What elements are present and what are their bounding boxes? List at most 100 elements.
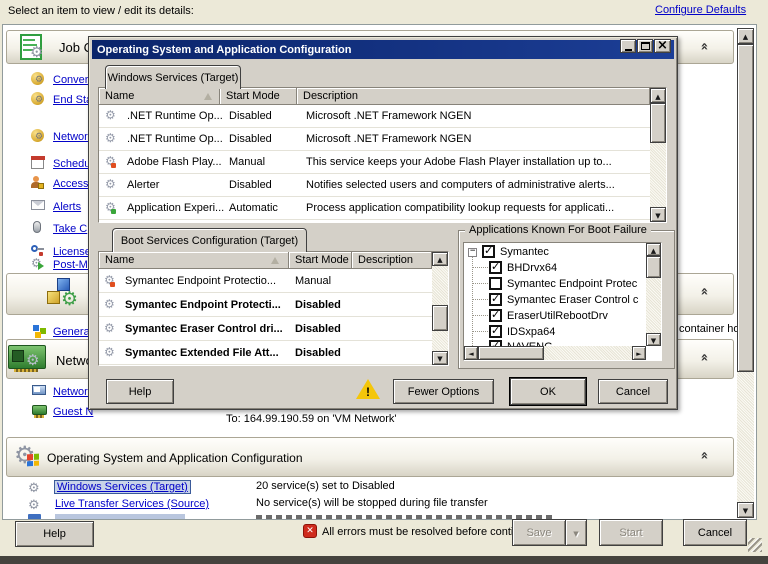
table-row[interactable]: Symantec Extended File Att... Disabled [99, 341, 432, 365]
checkbox-eraser-control[interactable] [489, 293, 502, 306]
dialog-cancel-button[interactable]: Cancel [598, 379, 668, 404]
scroll-up-button[interactable] [737, 28, 754, 44]
live-transfer-icon [28, 498, 42, 512]
table-row[interactable]: .NET Runtime Op... Disabled Microsoft .N… [99, 105, 650, 128]
red-accent-dot [111, 163, 116, 168]
sidebar-item-post-migration[interactable]: Post-Mi [53, 259, 90, 271]
dialog-help-button[interactable]: Help [106, 379, 174, 404]
checkbox-bhdrvx64[interactable] [489, 261, 502, 274]
bottom-edge-strip [0, 556, 768, 564]
scroll-left-button[interactable] [464, 346, 478, 360]
error-message: All errors must be resolved before conti… [322, 526, 540, 538]
column-header-name[interactable]: Name [99, 252, 289, 269]
tree-item-label[interactable]: Symantec [500, 246, 549, 258]
tab-windows-services[interactable]: Windows Services (Target) [105, 65, 241, 89]
dialog-title: Operating System and Application Configu… [97, 44, 351, 56]
service-gear-icon [104, 322, 115, 334]
configure-defaults-link[interactable]: Configure Defaults [655, 4, 746, 16]
minimize-button[interactable] [620, 39, 636, 53]
sidebar-item-end-state[interactable]: End Sta [53, 94, 92, 106]
scroll-up-button[interactable] [650, 88, 666, 103]
scroll-right-icon [636, 347, 641, 359]
scroll-right-button[interactable] [632, 346, 646, 360]
guest-nic-icon [32, 405, 48, 417]
dialog-titlebar[interactable]: Operating System and Application Configu… [92, 40, 674, 59]
table-row[interactable]: Symantec Endpoint Protecti... Disabled [99, 293, 432, 317]
minimize-icon [625, 49, 632, 51]
save-button[interactable]: Save [512, 519, 566, 546]
tree-item-label[interactable]: Symantec Eraser Control c [507, 294, 638, 306]
table-row[interactable]: Symantec Eraser Control dri... Disabled [99, 317, 432, 341]
tree-item-label[interactable]: EraserUtilRebootDrv [507, 310, 608, 322]
services-table: Name Start Mode Description .NET Runtime… [98, 87, 667, 223]
table-row[interactable]: Alerter Disabled Notifies selected users… [99, 174, 650, 197]
table-row[interactable]: Application Experi... Automatic Process … [99, 197, 650, 220]
collapse-vmware-panel-button[interactable] [693, 282, 715, 300]
column-header-name[interactable]: Name [99, 88, 220, 105]
tree-item-label[interactable]: BHDrvx64 [507, 262, 557, 274]
sort-ascending-icon [204, 93, 212, 100]
ok-button[interactable]: OK [510, 378, 586, 405]
table-row[interactable]: .NET Runtime Op... Disabled Microsoft .N… [99, 128, 650, 151]
collapse-os-panel-button[interactable] [693, 446, 715, 464]
close-button[interactable] [654, 39, 671, 53]
checkbox-symantec[interactable] [482, 245, 495, 258]
scrollbar-thumb[interactable] [646, 256, 661, 278]
checkbox-idsxpa64[interactable] [489, 325, 502, 338]
resize-grip[interactable] [748, 538, 762, 552]
windows-services-icon [28, 481, 42, 495]
sidebar-item-access[interactable]: Access [53, 178, 88, 190]
save-dropdown-button[interactable] [565, 519, 587, 546]
tab-boot-services[interactable]: Boot Services Configuration (Target) [112, 228, 307, 252]
windows-services-link[interactable]: Windows Services (Target) [55, 481, 190, 493]
maximize-icon [641, 42, 650, 50]
close-icon [657, 40, 668, 52]
start-button[interactable]: Start [599, 519, 663, 546]
tree-item-label[interactable]: IDSxpa64 [507, 326, 555, 338]
collapse-network-panel-button[interactable] [693, 348, 715, 366]
scroll-up-icon [743, 30, 748, 42]
scrollbar-thumb[interactable] [737, 44, 754, 372]
boot-failure-tree: Symantec BHDrvx64 Symantec Endpoint Prot… [463, 242, 662, 361]
column-header-description[interactable]: Description [352, 252, 432, 269]
sidebar-item-take-control[interactable]: Take C [53, 223, 87, 235]
scrollbar-thumb[interactable] [432, 305, 448, 331]
tree-connector [472, 267, 488, 268]
maximize-button[interactable] [637, 39, 653, 53]
scroll-down-button[interactable] [646, 333, 661, 346]
cancel-button[interactable]: Cancel [683, 519, 747, 546]
clipped-row-link[interactable] [55, 514, 185, 520]
scroll-down-button[interactable] [432, 351, 448, 365]
service-gear-icon [105, 132, 116, 144]
take-control-icon [31, 221, 45, 235]
fewer-options-button[interactable]: Fewer Options [393, 379, 494, 404]
tree-item-label[interactable]: Symantec Endpoint Protec [507, 278, 637, 290]
help-button[interactable]: Help [15, 521, 94, 547]
table-row[interactable]: Symantec Endpoint Protectio... Manual [99, 269, 432, 293]
scroll-up-button[interactable] [646, 243, 661, 256]
sidebar-item-general[interactable]: General [53, 326, 92, 338]
table-row[interactable]: Adobe Flash Play... Manual This service … [99, 151, 650, 174]
live-transfer-link[interactable]: Live Transfer Services (Source) [55, 498, 209, 510]
general-icon [33, 325, 47, 339]
column-header-start-mode[interactable]: Start Mode [220, 88, 297, 105]
scroll-down-button[interactable] [737, 502, 754, 518]
access-icon [31, 176, 45, 190]
scrollbar-thumb[interactable] [478, 346, 544, 360]
column-header-start-mode[interactable]: Start Mode [289, 252, 352, 269]
warning-exclamation: ! [366, 385, 370, 399]
checkbox-eraserutil[interactable] [489, 309, 502, 322]
scroll-up-icon [437, 253, 442, 265]
scrollbar-thumb[interactable] [650, 103, 666, 143]
sidebar-item-license[interactable]: License [53, 246, 91, 258]
tree-connector [472, 315, 488, 316]
checkbox-endpoint-protection[interactable] [489, 277, 502, 290]
scroll-down-button[interactable] [650, 207, 666, 222]
collapse-job-panel-button[interactable] [693, 37, 715, 55]
container-text-fragment: container ho [679, 323, 740, 335]
tree-expander[interactable] [468, 248, 477, 257]
scroll-up-button[interactable] [432, 252, 448, 266]
column-header-description[interactable]: Description [297, 88, 650, 105]
sidebar-item-alerts[interactable]: Alerts [53, 201, 81, 213]
sidebar-item-schedule[interactable]: Schedu [53, 158, 90, 170]
